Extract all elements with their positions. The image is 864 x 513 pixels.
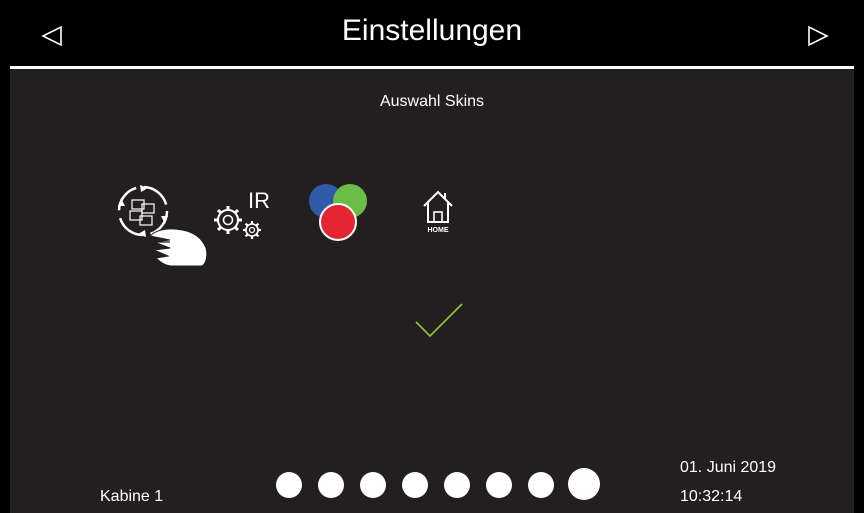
- home-icon: HOME: [423, 190, 453, 234]
- page-dot[interactable]: [360, 472, 386, 498]
- page-indicator: [274, 466, 614, 506]
- page-dot[interactable]: [486, 472, 512, 498]
- page-dot[interactable]: [444, 472, 470, 498]
- page-dot[interactable]: [318, 472, 344, 498]
- skin-swipe-button[interactable]: [110, 178, 210, 270]
- page-dot-active[interactable]: [568, 468, 600, 500]
- swipe-hand-icon: [117, 185, 208, 267]
- date-display: 01. Juni 2019: [680, 459, 777, 476]
- checkmark-icon: [415, 303, 463, 338]
- color-circles-icon: [309, 184, 367, 241]
- skin-home-button[interactable]: HOME: [420, 188, 456, 236]
- header-bar: Einstellungen: [10, 0, 854, 66]
- settings-screen: Einstellungen Auswahl Skins IR HOME Kabi…: [10, 0, 854, 513]
- cabin-label: Kabine 1: [100, 488, 164, 505]
- triangle-right-icon[interactable]: [806, 24, 830, 48]
- page-title: Einstellungen: [341, 14, 523, 47]
- gears-icon: IR: [214, 188, 270, 239]
- section-title: Auswahl Skins: [379, 93, 485, 110]
- home-label: HOME: [428, 227, 449, 234]
- skin-color-button[interactable]: [306, 180, 376, 244]
- ir-label: IR: [248, 188, 270, 213]
- time-display: 10:32:14: [680, 488, 743, 505]
- page-dot[interactable]: [276, 472, 302, 498]
- skin-ir-button[interactable]: IR: [206, 182, 276, 244]
- header-divider: [10, 66, 854, 69]
- page-dot[interactable]: [528, 472, 554, 498]
- page-dot[interactable]: [402, 472, 428, 498]
